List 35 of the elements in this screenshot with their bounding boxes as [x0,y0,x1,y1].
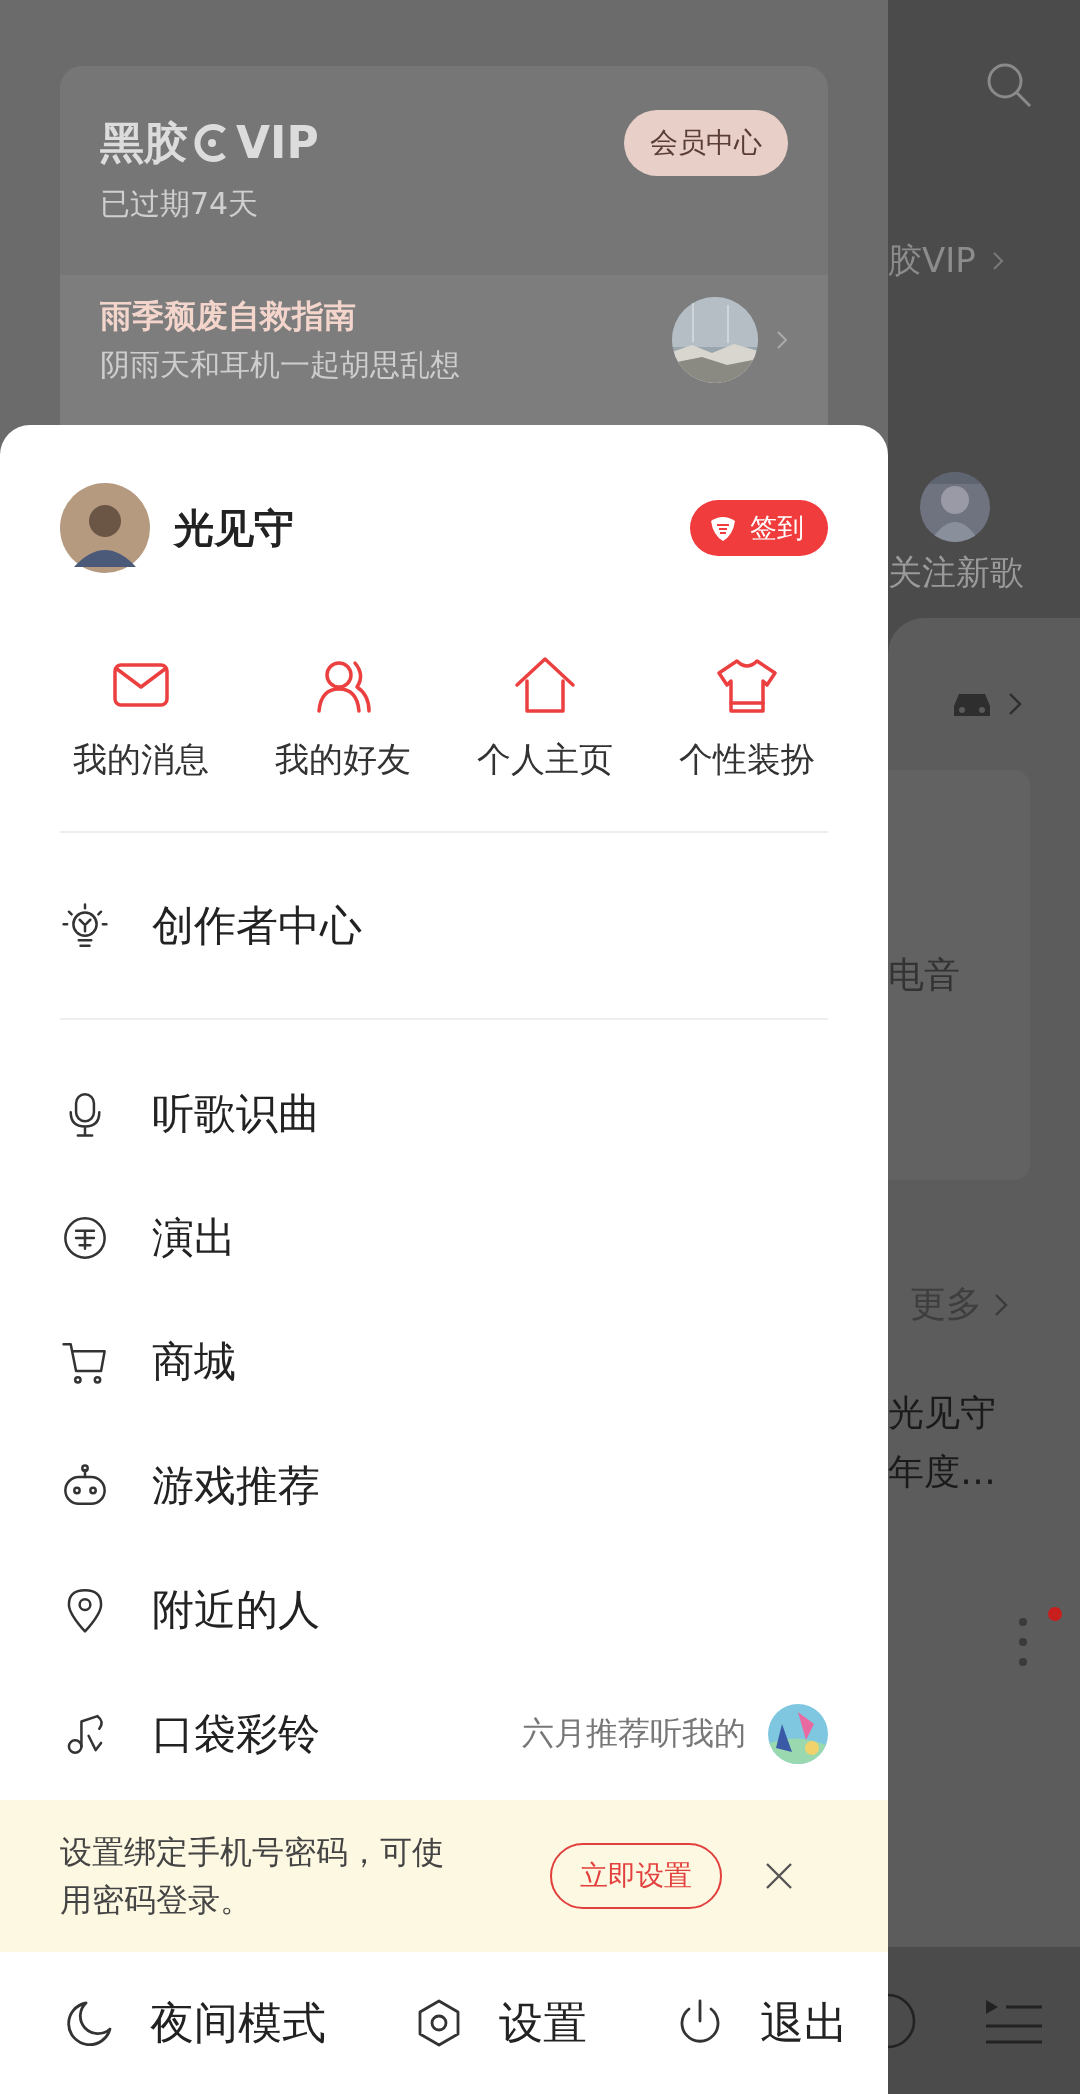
menu-item[interactable]: 听歌识曲 [0,1052,888,1176]
notification-dot [1048,1607,1062,1621]
chevron-right-icon [991,250,1004,272]
chevron-right-icon [776,330,788,350]
shortcut-item[interactable]: 我的消息 [40,653,242,781]
member-center-button[interactable]: 会员中心 [624,110,788,176]
menu-item[interactable]: 创作者中心 [0,863,888,988]
menu-item[interactable]: 游戏推荐 [0,1424,888,1548]
vip-logo-text: VIP [236,121,319,165]
footer-item[interactable]: 设置 [413,1993,587,2053]
set-now-button[interactable]: 立即设置 [550,1843,722,1909]
promo-subtitle: 阴雨天和耳机一起胡思乱想 [100,345,461,384]
check-in-button[interactable]: 签到 [690,500,828,556]
footer-item[interactable]: 退出 [674,1993,848,2053]
menu-item[interactable]: 演出 [0,1176,888,1300]
shortcut-item[interactable]: 我的好友 [242,653,444,781]
vip-logo-text: 黑胶 [100,121,188,165]
notice-text: 设置绑定手机号密码，可使用密码登录。 [60,1832,445,1921]
shortcut-item[interactable]: 个性装扮 [646,653,848,781]
menu-item[interactable]: 商城 [0,1300,888,1424]
footer-item[interactable]: 夜间模式 [64,1993,326,2053]
song-subtitle: 年度… [888,1450,997,1494]
menu-item[interactable]: 附近的人 [0,1548,888,1672]
avatar[interactable] [60,483,150,573]
promo-title: 雨季颓废自救指南 [100,295,357,337]
user-name[interactable]: 光见守 [174,500,690,556]
close-icon[interactable] [764,1861,794,1891]
chevron-right-icon [994,1292,1008,1317]
menu-item[interactable]: 口袋彩铃 六月推荐听我的 [0,1672,888,1796]
chevron-right-icon [1008,692,1022,716]
shortcut-item[interactable]: 个人主页 [444,653,646,781]
song-title: 光见守 [888,1391,997,1435]
more-options-icon[interactable] [1018,1617,1028,1667]
vip-status: 已过期74天 [99,185,260,223]
menu-note: 六月推荐听我的 [522,1713,746,1754]
